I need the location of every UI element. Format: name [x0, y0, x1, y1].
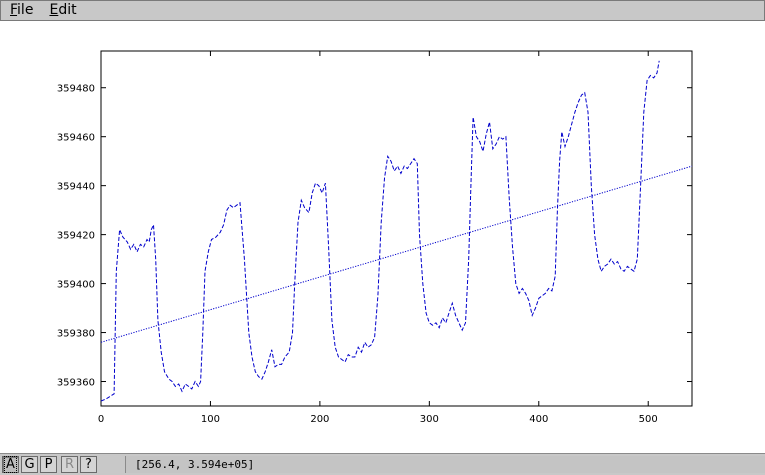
x-tick-label: 400 [529, 414, 548, 425]
plot-area[interactable]: 0 100 200 300 400 500 359360 359380 359400 359420… [0, 22, 765, 452]
menu-file-label: ile [17, 2, 34, 18]
y-tick-label: 359420 [57, 231, 95, 242]
y-tick-label: 359460 [57, 133, 95, 144]
print-button[interactable]: P [40, 456, 57, 473]
x-tick-label: 0 [98, 414, 104, 425]
grid-button[interactable]: G [21, 456, 38, 473]
y-tick-label: 359360 [57, 378, 95, 389]
x-tick-label: 100 [201, 414, 220, 425]
help-button[interactable]: ? [80, 456, 97, 473]
x-tick-label: 500 [639, 414, 658, 425]
coordinate-readout: [256.4, 3.594e+05] [125, 456, 765, 473]
menu-edit-label: dit [58, 2, 77, 18]
menu-file[interactable]: File [1, 1, 41, 20]
plot-frame [100, 50, 693, 407]
x-tick-label: 300 [420, 414, 439, 425]
ruler-button[interactable]: R [61, 456, 78, 473]
x-tick-label: 200 [310, 414, 329, 425]
y-tick-label: 359380 [57, 329, 95, 340]
menu-edit-mnemonic: E [49, 2, 59, 18]
status-bar: A G P R ? [256.4, 3.594e+05] [0, 453, 765, 475]
y-tick-label: 359440 [57, 182, 95, 193]
y-tick-label: 359400 [57, 280, 95, 291]
menu-edit[interactable]: Edit [41, 1, 84, 20]
menu-bar: File Edit [0, 0, 765, 21]
menu-file-mnemonic: F [10, 2, 18, 18]
y-tick-label: 359480 [57, 84, 95, 95]
autoscale-button[interactable]: A [2, 456, 19, 473]
line-plot[interactable]: 0 100 200 300 400 500 359360 359380 359400 359420… [0, 22, 765, 452]
